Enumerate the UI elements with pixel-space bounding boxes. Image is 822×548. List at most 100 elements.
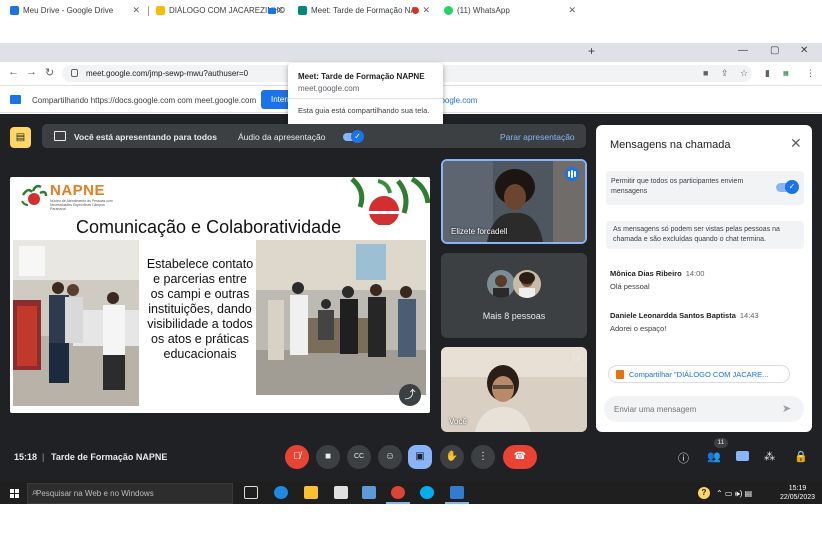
windows-start-icon[interactable] (10, 489, 19, 498)
share-page-icon[interactable]: ⇪ (721, 68, 729, 79)
mic-off-button[interactable]: 🎙̸ (285, 445, 309, 469)
file-explorer-icon[interactable] (304, 486, 318, 499)
maximize-button[interactable]: ▢ (770, 45, 779, 56)
self-view-tile[interactable]: 🎙̸ Você (441, 347, 587, 432)
chat-icon[interactable] (736, 451, 749, 461)
presentation-audio-label: Áudio da apresentação (238, 132, 326, 142)
close-icon[interactable]: ✕ (276, 5, 284, 16)
settings-app-icon[interactable] (450, 486, 464, 499)
close-icon[interactable]: ✕ (568, 5, 576, 16)
hover-card-message: Esta guia está compartilhando sua tela. (298, 106, 430, 115)
chat-permission-toggle[interactable]: ✓ (776, 180, 799, 194)
recording-icon (412, 7, 419, 14)
edge-icon[interactable] (274, 486, 288, 499)
extension-icon[interactable]: ▦ (783, 70, 789, 77)
close-chat-icon[interactable]: ✕ (790, 135, 802, 152)
check-icon: ✓ (785, 180, 799, 194)
author-name: Mônica Dias Ribeiro (610, 269, 682, 278)
store-icon[interactable] (334, 486, 348, 499)
presentation-audio-toggle[interactable]: ✓ (343, 130, 364, 143)
system-tray-icons[interactable]: ⌃ ▭ 🕪) ▤ (716, 489, 752, 499)
help-icon[interactable]: ? (698, 487, 710, 499)
leave-call-button[interactable]: ☎ (503, 445, 537, 469)
photo-reception-desk (13, 240, 139, 406)
present-button[interactable]: ▣ (408, 445, 432, 469)
active-app-indicator (386, 502, 410, 504)
meeting-clock: 15:18 (14, 452, 38, 462)
message-time: 14:00 (685, 269, 705, 278)
decorative-leaves-icon (350, 177, 430, 225)
active-app-indicator (445, 502, 469, 504)
people-count-badge: 11 (714, 438, 728, 448)
napne-logo-subtitle: Núcleo de Atendimento às Pessoas com Nec… (50, 199, 113, 211)
more-options-button[interactable]: ⋮ (471, 445, 495, 469)
bookmark-star-icon[interactable]: ☆ (740, 68, 748, 79)
photo-team-group (256, 240, 426, 395)
hover-card-url: meet.google.com (298, 84, 360, 93)
muted-mic-icon: 🎙̸ (572, 353, 579, 363)
pinned-share-chip[interactable]: Compartilhar "DIÁLOGO COM JACARE... (608, 365, 790, 383)
taskbar-clock[interactable]: 15:19 22/05/2023 (780, 484, 815, 502)
chat-permission-label: Permitir que todos os participantes envi… (611, 178, 744, 195)
chat-panel: Mensagens na chamada ✕ Permitir que todo… (596, 125, 812, 432)
hover-card-title: Meet: Tarde de Formação NAPNE (298, 72, 425, 81)
skype-icon[interactable] (420, 486, 434, 499)
side-panel-icon[interactable]: ▮ (765, 68, 770, 79)
present-status-icon: ▤ (10, 127, 31, 148)
slide-body-text: Estabelece contato e parcerias entre os … (146, 257, 254, 361)
participant-name: Elizete forcadell (451, 227, 508, 236)
speaking-indicator-icon (565, 167, 579, 181)
taskbar-date: 22/05/2023 (780, 494, 816, 501)
lock-icon (71, 69, 78, 77)
chrome-icon[interactable] (391, 486, 405, 499)
back-icon[interactable]: ← (8, 66, 19, 78)
sharing-text: Compartilhando https://docs.google.com c… (32, 96, 257, 105)
task-view-icon[interactable] (244, 486, 258, 499)
screen: Meu Drive - Google Drive ✕ DIÁLOGO COM J… (0, 0, 822, 548)
reload-icon[interactable]: ↻ (45, 66, 54, 79)
message-body: Olá pessoal (610, 282, 650, 291)
chat-message-input[interactable] (604, 396, 804, 422)
tab-meet[interactable]: Meet: Tarde de Formação NA ✕ (292, 2, 436, 19)
stop-presenting-button[interactable]: Parar apresentação (500, 132, 575, 142)
slides-doc-icon (616, 370, 624, 379)
forward-icon[interactable]: → (26, 66, 37, 78)
close-icon[interactable]: ✕ (422, 5, 430, 16)
message-author: Mônica Dias Ribeiro 14:00 (610, 269, 704, 278)
meeting-info-icon[interactable]: ⓘ (678, 450, 689, 466)
close-icon[interactable]: ✕ (132, 5, 140, 16)
activities-icon[interactable]: ⁂ (764, 450, 775, 463)
camera-indicator-icon[interactable]: ■ (703, 68, 708, 78)
camera-button[interactable]: ■ (316, 445, 340, 469)
host-controls-icon[interactable]: 🔒 (794, 450, 808, 463)
tab-label: (11) WhatsApp (457, 6, 510, 15)
minimize-button[interactable]: — (738, 45, 748, 56)
clock-separator: | (42, 452, 45, 462)
screen-share-icon (268, 8, 276, 14)
send-icon[interactable]: ➤ (782, 402, 791, 415)
divider (288, 98, 443, 99)
photos-icon[interactable] (362, 486, 376, 499)
captions-button[interactable]: CC (347, 445, 371, 469)
menu-dots-icon[interactable]: ⋮ (806, 68, 815, 79)
pinned-share-label: Compartilhar "DIÁLOGO COM JACARE... (629, 370, 769, 379)
message-author: Daniele Leonardda Santos Baptista 14:43 (610, 311, 759, 320)
emoji-reaction-button[interactable]: ☺ (378, 445, 402, 469)
tab-google-drive[interactable]: Meu Drive - Google Drive ✕ (4, 2, 146, 19)
slide-share-button[interactable]: ⤴ (399, 384, 421, 406)
meet-icon (298, 6, 307, 15)
new-tab-button[interactable]: + (588, 44, 595, 58)
window-close-button[interactable]: ✕ (800, 45, 808, 56)
present-screen-icon (54, 131, 66, 141)
raise-hand-button[interactable]: ✋ (440, 445, 464, 469)
more-participants-tile[interactable]: Mais 8 pessoas (441, 253, 587, 338)
message-body: Adorei o espaço! (610, 324, 667, 333)
tab-hover-card: Meet: Tarde de Formação NAPNE meet.googl… (288, 63, 443, 133)
tab-whatsapp[interactable]: (11) WhatsApp ✕ (438, 2, 582, 19)
tab-dialogo[interactable]: DIÁLOGO COM JACAREZINHO ✕ (150, 2, 290, 19)
slides-icon (156, 6, 165, 15)
participant-tile-elizete[interactable]: Elizete forcadell (441, 159, 587, 244)
people-icon[interactable]: 👥 (707, 450, 721, 463)
tab-label: Meu Drive - Google Drive (23, 6, 114, 15)
tab-label: Meet: Tarde de Formação NA (311, 6, 416, 15)
